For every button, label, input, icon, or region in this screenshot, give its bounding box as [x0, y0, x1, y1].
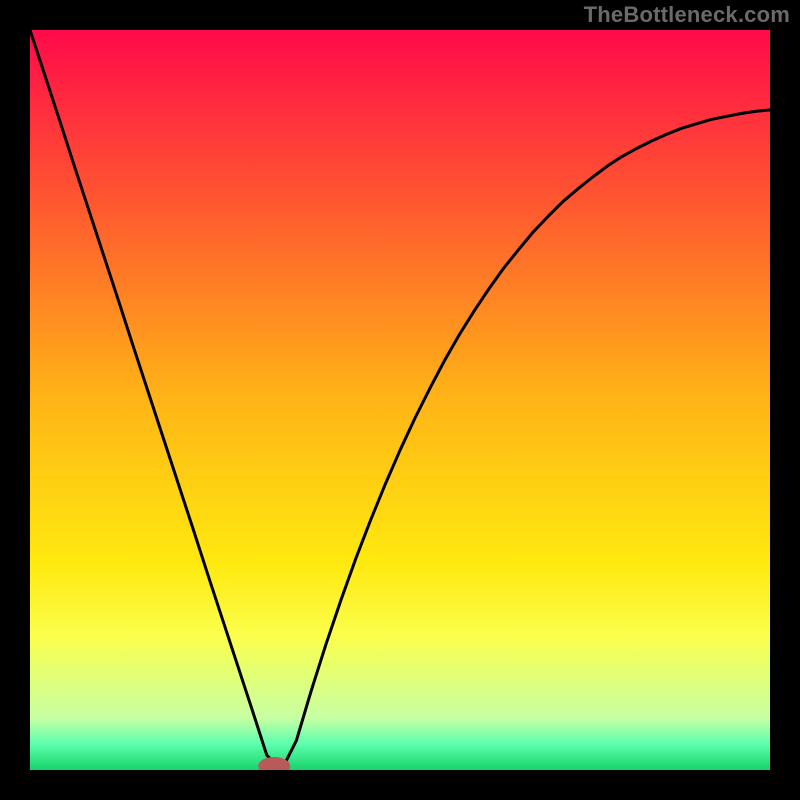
chart-background [30, 30, 770, 770]
watermark-text: TheBottleneck.com [584, 2, 790, 28]
chart-svg [30, 30, 770, 770]
bottleneck-chart [30, 30, 770, 770]
